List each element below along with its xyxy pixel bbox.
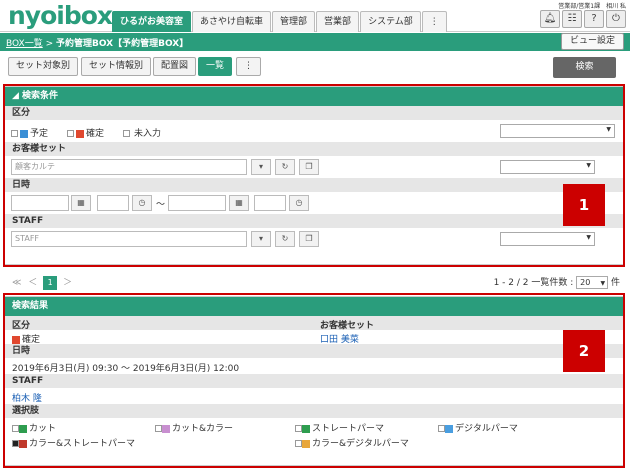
prev-page-icon[interactable]: ＜ bbox=[28, 278, 37, 288]
tab-kanri[interactable]: 管理部 bbox=[272, 11, 316, 32]
pagination: ≪ ＜ 1 ＞ bbox=[12, 275, 72, 290]
tab-more[interactable]: ⋮ bbox=[421, 11, 447, 32]
user-info: 営業部/営業1課 相川 私 bbox=[558, 3, 626, 10]
tab-hirugao[interactable]: ひるがお美容室 bbox=[112, 11, 192, 32]
highlight-box-2 bbox=[3, 293, 625, 468]
breadcrumb-box-list[interactable]: BOX一覧 bbox=[6, 39, 43, 49]
help-icon[interactable]: ? bbox=[584, 10, 604, 28]
tab-eigyo[interactable]: 営業部 bbox=[316, 11, 360, 32]
breadcrumb-separator: > bbox=[42, 39, 56, 49]
app-header: nyoibox ひるがお美容室 あさやけ自転車 管理部 営業部 システム部 ⋮ … bbox=[0, 0, 630, 32]
set-target-button[interactable]: セット対象別 bbox=[8, 57, 79, 76]
breadcrumb-bar: BOX一覧 > 予約管理BOX【予約管理BOX】 bbox=[0, 33, 630, 51]
per-page-select[interactable]: 20 bbox=[576, 276, 609, 289]
marker-2: 2 bbox=[563, 330, 605, 372]
org-icon[interactable]: ☷ bbox=[562, 10, 582, 28]
page-1[interactable]: 1 bbox=[43, 276, 58, 290]
result-summary: 1 - 2 / 2 一覧件数 : bbox=[493, 278, 574, 288]
tab-asayake[interactable]: あさやけ自転車 bbox=[192, 11, 272, 32]
highlight-box-1 bbox=[3, 84, 625, 267]
breadcrumb-current: 予約管理BOX【予約管理BOX】 bbox=[55, 39, 189, 49]
result-count: 1 - 2 / 2 一覧件数 : 20 件 bbox=[494, 275, 620, 289]
bell-icon[interactable]: 🔔︎ bbox=[540, 10, 560, 28]
toolbar-more-button[interactable]: ⋮ bbox=[236, 57, 261, 76]
nyoibox-logo[interactable]: nyoibox bbox=[8, 1, 113, 30]
list-button[interactable]: 一覧 bbox=[198, 57, 233, 76]
top-tabs: ひるがお美容室 あさやけ自転車 管理部 営業部 システム部 ⋮ bbox=[112, 11, 448, 32]
breadcrumb: BOX一覧 > 予約管理BOX【予約管理BOX】 bbox=[6, 36, 188, 49]
first-page-icon[interactable]: ≪ bbox=[12, 278, 21, 288]
view-settings-button[interactable]: ビュー設定 bbox=[560, 33, 624, 50]
header-icons: 🔔︎ ☷ ? ⏻ bbox=[538, 10, 626, 28]
tab-system[interactable]: システム部 bbox=[360, 11, 421, 32]
next-page-icon[interactable]: ＞ bbox=[63, 278, 72, 288]
layout-button[interactable]: 配置図 bbox=[153, 57, 197, 76]
per-page-unit: 件 bbox=[610, 278, 620, 288]
marker-1: 1 bbox=[563, 184, 605, 226]
set-info-button[interactable]: セット情報別 bbox=[81, 57, 152, 76]
search-button[interactable]: 検索 bbox=[553, 57, 616, 78]
power-icon[interactable]: ⏻ bbox=[606, 10, 626, 28]
